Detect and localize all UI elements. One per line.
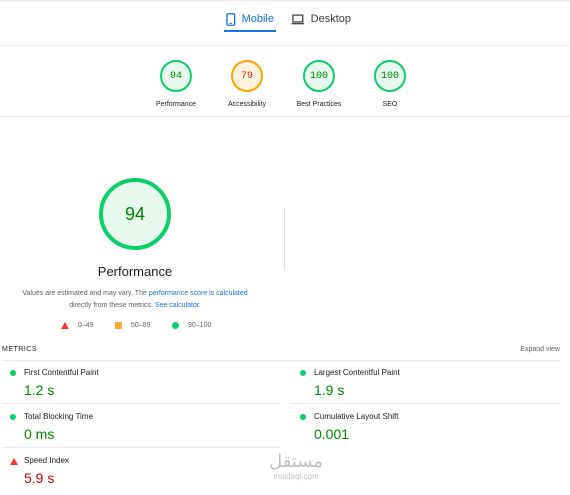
- metric-name: Cumulative Layout Shift: [314, 412, 399, 421]
- pass-circle-icon: [10, 414, 16, 420]
- square-icon: [115, 322, 122, 329]
- pass-circle-icon: [10, 370, 16, 376]
- legend-average: 50–89: [115, 322, 150, 329]
- score-label: Performance: [155, 101, 197, 108]
- top-border: [0, 0, 570, 1]
- note-text: Values are estimated and may vary. The: [22, 290, 149, 297]
- tab-desktop-label: Desktop: [310, 13, 351, 25]
- score-performance[interactable]: 94 Performance: [136, 60, 216, 108]
- mostaql-watermark: مستقل mostaql.com: [256, 451, 336, 482]
- metric-name: Total Blocking Time: [24, 412, 93, 421]
- metric-row-divider: [2, 447, 280, 448]
- metrics-heading: METRICS: [2, 346, 37, 353]
- score-gauge: 79: [231, 60, 263, 92]
- active-tab-indicator: [224, 30, 276, 32]
- pass-circle-icon: [300, 414, 306, 420]
- score-label: Accessibility: [227, 101, 267, 108]
- laptop-icon: [291, 13, 305, 24]
- metric-value: 0.001: [314, 426, 350, 442]
- metric-name: Speed Index: [24, 456, 69, 465]
- score-label: SEO: [382, 101, 398, 108]
- metric-name: Largest Contentful Paint: [314, 368, 400, 377]
- score-gauge: 100: [374, 60, 406, 92]
- circle-icon: [172, 322, 179, 329]
- fail-triangle-icon: [10, 458, 18, 465]
- scores-divider: [0, 116, 570, 117]
- metric-row-divider: [2, 403, 280, 404]
- watermark-arabic: مستقل: [269, 451, 323, 472]
- pass-circle-icon: [300, 370, 306, 376]
- legend-fail: 0–49: [61, 322, 94, 329]
- metric-row-divider: [290, 403, 560, 404]
- score-gauge: 100: [303, 60, 335, 92]
- tabs-divider: [0, 45, 570, 46]
- tab-mobile[interactable]: Mobile: [226, 6, 274, 32]
- performance-title: Performance: [97, 264, 173, 279]
- score-accessibility[interactable]: 79 Accessibility: [207, 60, 287, 108]
- score-best-practices[interactable]: 100 Best Practices: [279, 60, 359, 108]
- performance-gauge: 94: [99, 178, 171, 250]
- tab-mobile-label: Mobile: [241, 13, 274, 25]
- note-text-2: directly from these metrics.: [69, 302, 155, 309]
- metric-name: First Contentful Paint: [24, 368, 99, 377]
- tab-desktop[interactable]: Desktop: [291, 6, 351, 32]
- score-note: Values are estimated and may vary. The p…: [0, 288, 270, 312]
- legend-pass: 90–100: [172, 322, 211, 329]
- metric-value: 1.9 s: [314, 382, 345, 398]
- watermark-latin: mostaql.com: [273, 472, 319, 481]
- metric-value: 5.9 s: [24, 470, 55, 486]
- see-calculator-link[interactable]: See calculator.: [155, 302, 201, 309]
- score-calculated-link[interactable]: performance score is calculated: [149, 290, 248, 297]
- legend-fail-label: 0–49: [78, 322, 94, 329]
- legend-pass-label: 90–100: [188, 322, 212, 329]
- metric-value: 0 ms: [24, 426, 55, 442]
- expand-view-button[interactable]: Expand view: [520, 346, 560, 353]
- smartphone-icon: [226, 12, 236, 26]
- vertical-divider: [284, 208, 285, 270]
- metrics-divider: [2, 360, 560, 361]
- score-seo[interactable]: 100 SEO: [350, 60, 430, 108]
- metric-value: 1.2 s: [24, 382, 55, 398]
- score-gauge: 94: [160, 60, 192, 92]
- legend-average-label: 50–89: [131, 322, 151, 329]
- triangle-icon: [61, 322, 69, 329]
- score-label: Best Practices: [296, 101, 342, 108]
